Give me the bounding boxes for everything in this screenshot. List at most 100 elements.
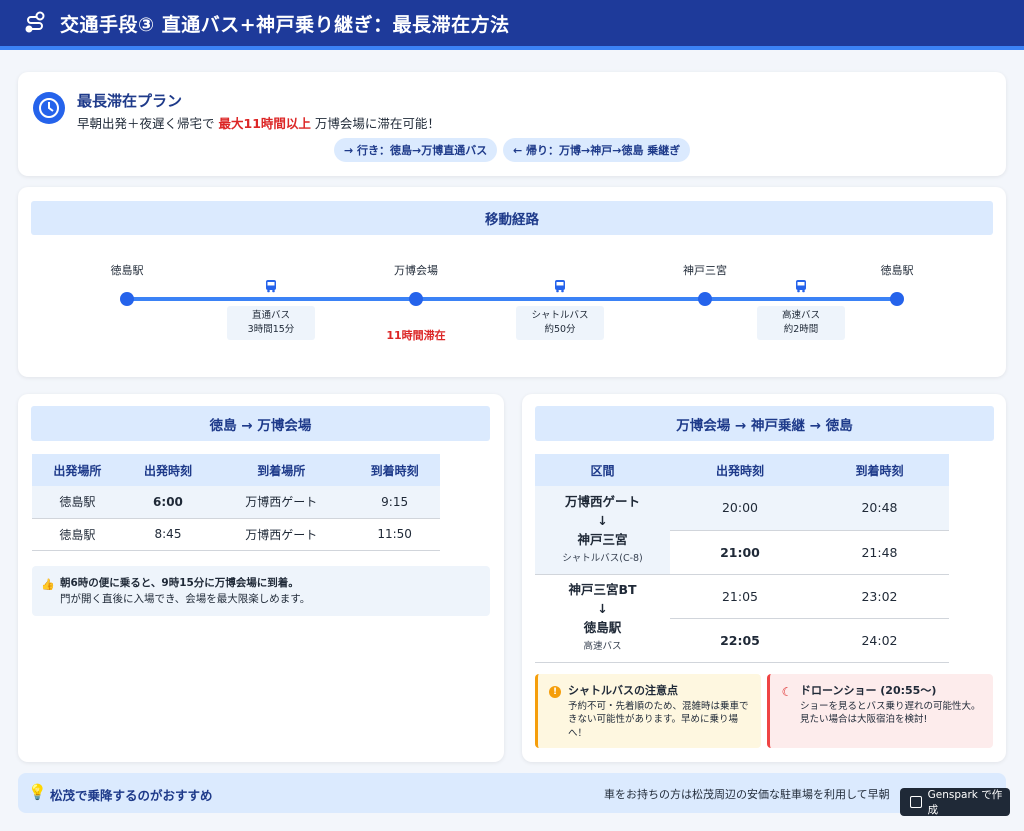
column-header: 到着場所 bbox=[213, 454, 350, 486]
recommendation-title: 松茂で乗降するのがおすすめ bbox=[50, 788, 213, 803]
bus-icon bbox=[555, 280, 565, 293]
recommendation-bar: 💡 松茂で乗降するのがおすすめ 車をお持ちの方は松茂周辺の安価な駐車場を利用して… bbox=[18, 773, 1006, 813]
station-label: 神戸三宮 bbox=[683, 264, 727, 277]
column-header: 出発時刻 bbox=[122, 454, 214, 486]
return-title: 万博会場 → 神戸乗継 → 徳島 bbox=[535, 406, 994, 441]
station-label: 万博会場 bbox=[394, 264, 438, 277]
route-icon bbox=[25, 11, 45, 33]
column-header: 区間 bbox=[535, 454, 670, 486]
segment-time: 約2時間 bbox=[783, 324, 819, 335]
segment-box: 高速バス 約2時間 bbox=[757, 306, 845, 340]
recommendation-note: 車をお持ちの方は松茂周辺の安価な駐車場を利用して早朝 bbox=[604, 788, 890, 801]
thumbs-up-icon: 👍 bbox=[41, 578, 55, 591]
table-cell: 22:05 bbox=[670, 618, 810, 663]
table-row: 神戸三宮BT ↓ 徳島駅 高速バス 21:05 23:02 bbox=[535, 574, 949, 663]
segment-name: 直通バス bbox=[251, 310, 290, 321]
table-row: 徳島駅 6:00 万博西ゲート 9:15 bbox=[32, 486, 440, 519]
alert-icon: ! bbox=[549, 686, 561, 698]
table-cell: 万博西ゲート bbox=[213, 486, 350, 519]
bus-icon bbox=[796, 280, 806, 293]
section-from: 神戸三宮BT bbox=[568, 582, 637, 597]
return-card: 万博会場 → 神戸乗継 → 徳島 区間 出発時刻 到着時刻 万博西ゲート ↓ 神… bbox=[522, 394, 1006, 762]
route-node bbox=[120, 292, 134, 306]
table-cell: 21:05 bbox=[670, 574, 810, 619]
lightbulb-icon: 💡 bbox=[28, 783, 47, 801]
genspark-icon bbox=[910, 796, 922, 808]
table-cell: 21:48 bbox=[810, 530, 949, 575]
route-line bbox=[126, 297, 897, 301]
station-label: 徳島駅 bbox=[110, 264, 144, 277]
column-header: 到着時刻 bbox=[810, 454, 949, 486]
section-from: 万博西ゲート bbox=[564, 493, 640, 509]
outbound-title: 徳島 → 万博会場 bbox=[31, 406, 490, 441]
note-line: 門が開く直後に入場でき、会場を最大限楽しめます。 bbox=[60, 593, 311, 605]
clock-icon bbox=[33, 92, 65, 124]
page-title: 交通手段③ 直通バス+神戸乗り継ぎ：最長滞在方法 bbox=[60, 13, 510, 36]
plan-title: 最長滞在プラン bbox=[77, 92, 183, 110]
warning-text: ショーを見るとバス乗り遅れの可能性大。見たい場合は大阪宿泊を検討! bbox=[800, 700, 981, 726]
return-table: 区間 出発時刻 到着時刻 万博西ゲート ↓ 神戸三宮 シャトルバス(C-8) 2… bbox=[535, 454, 949, 663]
warning-title: ドローンショー (20:55〜) bbox=[800, 684, 937, 697]
plan-desc-suffix: 万博会場に滞在可能！ bbox=[314, 116, 440, 131]
shuttle-warning: ! シャトルバスの注意点 予約不可・先着順のため、混雑時は乗車できない可能性があ… bbox=[535, 674, 761, 748]
plan-desc-highlight: 最大11時間以上 bbox=[218, 116, 311, 131]
section-to: 徳島駅 bbox=[583, 620, 622, 635]
table-cell: 6:00 bbox=[122, 486, 214, 519]
drone-warning: ☾ ドローンショー (20:55〜) ショーを見るとバス乗り遅れの可能性大。見た… bbox=[767, 674, 993, 748]
segment-name: 高速バス bbox=[781, 310, 820, 321]
segment-box: 直通バス 3時間15分 bbox=[227, 306, 315, 340]
segment-time: 3時間15分 bbox=[247, 324, 295, 335]
column-header: 出発時刻 bbox=[670, 454, 810, 486]
table-cell: 23:02 bbox=[810, 574, 949, 619]
section-cell: 神戸三宮BT ↓ 徳島駅 高速バス bbox=[535, 574, 670, 663]
station-label: 徳島駅 bbox=[880, 264, 914, 277]
genspark-badge[interactable]: Genspark で作成 bbox=[900, 788, 1010, 816]
column-header: 出発場所 bbox=[32, 454, 123, 486]
plan-desc-prefix: 早朝出発＋夜遅く帰宅で bbox=[77, 116, 215, 131]
table-row: 徳島駅 8:45 万博西ゲート 11:50 bbox=[32, 518, 440, 551]
table-cell: 万博西ゲート bbox=[213, 518, 350, 551]
plan-card: 最長滞在プラン 早朝出発＋夜遅く帰宅で 最大11時間以上 万博会場に滞在可能！ … bbox=[18, 72, 1006, 176]
table-cell: 徳島駅 bbox=[32, 486, 123, 519]
table-cell: 20:48 bbox=[810, 486, 949, 531]
route-card: 移動経路 徳島駅 万博会場 神戸三宮 徳島駅 直通バス 3時間15分 シャトルバ… bbox=[18, 187, 1006, 377]
route-node bbox=[890, 292, 904, 306]
header: 交通手段③ 直通バス+神戸乗り継ぎ：最長滞在方法 bbox=[0, 0, 1024, 50]
section-to: 神戸三宮 bbox=[577, 531, 628, 547]
outbound-note: 👍 朝6時の便に乗ると、9時15分に万博会場に到着。 門が開く直後に入場でき、会… bbox=[32, 566, 490, 616]
section-arrow: ↓ bbox=[597, 512, 608, 528]
plan-description: 早朝出発＋夜遅く帰宅で 最大11時間以上 万博会場に滞在可能！ bbox=[77, 113, 440, 132]
segment-name: シャトルバス bbox=[531, 310, 589, 321]
warning-text: 予約不可・先着順のため、混雑時は乗車できない可能性があります。早めに乗り場へ！ bbox=[568, 700, 749, 739]
badge-label: Genspark で作成 bbox=[927, 789, 1003, 816]
route-node bbox=[698, 292, 712, 306]
table-cell: 9:15 bbox=[349, 486, 440, 519]
table-cell: 徳島駅 bbox=[32, 518, 123, 551]
bus-icon bbox=[266, 280, 276, 293]
section-type: シャトルバス(C-8) bbox=[562, 552, 643, 564]
route-title: 移動経路 bbox=[31, 201, 993, 235]
chip-return: ← 帰り：万博→神戸→徳島 乗継ぎ bbox=[503, 138, 691, 162]
table-cell: 8:45 bbox=[122, 518, 214, 551]
moon-icon: ☾ bbox=[781, 685, 793, 699]
table-cell: 24:02 bbox=[810, 618, 949, 663]
route-node bbox=[409, 292, 423, 306]
table-cell: 11:50 bbox=[349, 518, 440, 551]
table-cell: 21:00 bbox=[670, 530, 810, 575]
segment-box: シャトルバス 約50分 bbox=[516, 306, 604, 340]
warning-title: シャトルバスの注意点 bbox=[568, 684, 678, 697]
column-header: 到着時刻 bbox=[349, 454, 440, 486]
outbound-table: 出発場所 出発時刻 到着場所 到着時刻 徳島駅 6:00 万博西ゲート 9:15… bbox=[32, 454, 440, 551]
chip-outbound: → 行き：徳島→万博直通バス bbox=[334, 138, 498, 162]
table-header-row: 区間 出発時刻 到着時刻 bbox=[535, 454, 949, 486]
table-cell: 20:00 bbox=[670, 486, 810, 531]
section-type: 高速バス bbox=[583, 641, 622, 652]
section-arrow: ↓ bbox=[597, 601, 608, 616]
stay-label: 11時間滞在 bbox=[386, 329, 446, 342]
segment-time: 約50分 bbox=[544, 324, 576, 335]
table-header-row: 出発場所 出発時刻 到着場所 到着時刻 bbox=[32, 454, 440, 486]
table-row: 万博西ゲート ↓ 神戸三宮 シャトルバス(C-8) 20:00 20:48 bbox=[535, 486, 949, 575]
outbound-card: 徳島 → 万博会場 出発場所 出発時刻 到着場所 到着時刻 徳島駅 6:00 万… bbox=[18, 394, 504, 762]
section-cell: 万博西ゲート ↓ 神戸三宮 シャトルバス(C-8) bbox=[535, 486, 670, 575]
note-line: 朝6時の便に乗ると、9時15分に万博会場に到着。 bbox=[60, 577, 299, 589]
